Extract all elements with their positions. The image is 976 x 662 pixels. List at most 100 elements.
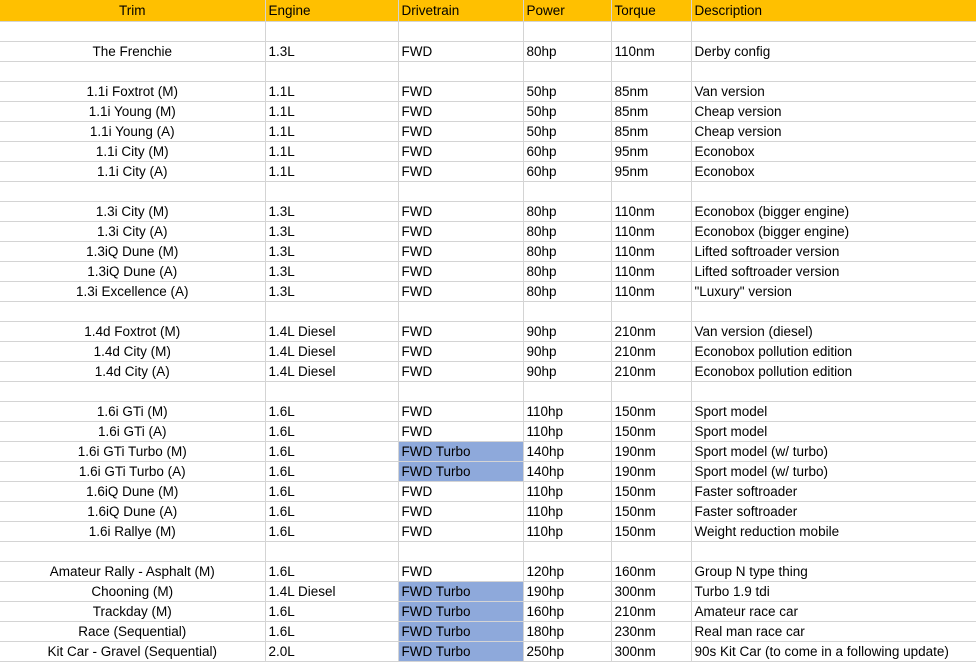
cell-engine[interactable]: 1.1L (265, 81, 399, 102)
cell-drivetrain[interactable]: FWD (398, 221, 524, 242)
cell-engine[interactable]: 1.6L (265, 621, 399, 642)
cell-trim[interactable]: Race (Sequential) (0, 621, 266, 642)
cell-description[interactable] (691, 381, 976, 402)
cell-description[interactable]: Turbo 1.9 tdi (691, 581, 976, 602)
cell-drivetrain[interactable]: FWD (398, 201, 524, 222)
cell-drivetrain[interactable]: FWD (398, 41, 524, 62)
cell-power[interactable]: 80hp (523, 261, 612, 282)
cell-power[interactable]: 180hp (523, 621, 612, 642)
cell-trim[interactable]: 1.6i Rallye (M) (0, 521, 266, 542)
cell-description[interactable]: "Luxury" version (691, 281, 976, 302)
column-header-trim[interactable]: Trim (0, 0, 266, 22)
cell-drivetrain[interactable]: FWD (398, 521, 524, 542)
cell-description[interactable]: Faster softroader (691, 501, 976, 522)
cell-description[interactable]: Lifted softroader version (691, 241, 976, 262)
cell-drivetrain[interactable]: FWD (398, 341, 524, 362)
cell-drivetrain[interactable]: FWD (398, 281, 524, 302)
cell-torque[interactable]: 110nm (611, 241, 692, 262)
cell-torque[interactable]: 300nm (611, 581, 692, 602)
cell-torque[interactable] (611, 61, 692, 82)
cell-torque[interactable]: 230nm (611, 621, 692, 642)
cell-drivetrain[interactable]: FWD (398, 81, 524, 102)
cell-power[interactable]: 80hp (523, 241, 612, 262)
cell-drivetrain[interactable]: FWD (398, 361, 524, 382)
cell-description[interactable]: Derby config (691, 41, 976, 62)
cell-trim[interactable]: 1.4d City (M) (0, 341, 266, 362)
cell-drivetrain[interactable]: FWD (398, 261, 524, 282)
cell-power[interactable]: 140hp (523, 461, 612, 482)
cell-drivetrain[interactable]: FWD (398, 561, 524, 582)
cell-drivetrain[interactable]: FWD (398, 241, 524, 262)
cell-trim[interactable]: 1.1i City (A) (0, 161, 266, 182)
cell-torque[interactable]: 110nm (611, 261, 692, 282)
cell-engine[interactable]: 1.6L (265, 441, 399, 462)
cell-description[interactable] (691, 301, 976, 322)
cell-engine[interactable]: 1.6L (265, 461, 399, 482)
cell-trim[interactable]: 1.3i City (A) (0, 221, 266, 242)
cell-description[interactable]: Cheap version (691, 121, 976, 142)
cell-trim[interactable]: 1.6iQ Dune (M) (0, 481, 266, 502)
cell-power[interactable]: 140hp (523, 441, 612, 462)
column-header-drivetrain[interactable]: Drivetrain (398, 0, 524, 22)
cell-torque[interactable]: 110nm (611, 201, 692, 222)
cell-description[interactable]: Group N type thing (691, 561, 976, 582)
cell-engine[interactable] (265, 21, 399, 42)
cell-torque[interactable] (611, 541, 692, 562)
cell-torque[interactable] (611, 301, 692, 322)
cell-torque[interactable]: 190nm (611, 461, 692, 482)
cell-power[interactable]: 50hp (523, 101, 612, 122)
cell-torque[interactable]: 95nm (611, 161, 692, 182)
cell-drivetrain[interactable]: FWD Turbo (398, 621, 524, 642)
cell-trim[interactable]: 1.6i GTi Turbo (A) (0, 461, 266, 482)
cell-torque[interactable]: 150nm (611, 521, 692, 542)
cell-trim[interactable]: 1.1i Foxtrot (M) (0, 81, 266, 102)
cell-torque[interactable]: 210nm (611, 341, 692, 362)
cell-drivetrain[interactable] (398, 301, 524, 322)
cell-description[interactable]: Econobox (691, 141, 976, 162)
cell-description[interactable]: Econobox (bigger engine) (691, 221, 976, 242)
cell-power[interactable]: 250hp (523, 641, 612, 662)
cell-torque[interactable]: 110nm (611, 281, 692, 302)
cell-description[interactable]: Lifted softroader version (691, 261, 976, 282)
cell-power[interactable]: 80hp (523, 281, 612, 302)
cell-power[interactable]: 110hp (523, 481, 612, 502)
cell-engine[interactable]: 1.3L (265, 201, 399, 222)
cell-torque[interactable]: 210nm (611, 361, 692, 382)
cell-trim[interactable] (0, 541, 266, 562)
cell-engine[interactable]: 1.6L (265, 561, 399, 582)
cell-torque[interactable]: 95nm (611, 141, 692, 162)
cell-trim[interactable]: 1.3i City (M) (0, 201, 266, 222)
cell-engine[interactable]: 1.4L Diesel (265, 321, 399, 342)
cell-torque[interactable] (611, 181, 692, 202)
cell-power[interactable]: 50hp (523, 121, 612, 142)
cell-torque[interactable]: 160nm (611, 561, 692, 582)
cell-power[interactable] (523, 21, 612, 42)
column-header-description[interactable]: Description (691, 0, 976, 22)
cell-power[interactable] (523, 301, 612, 322)
cell-torque[interactable]: 210nm (611, 321, 692, 342)
cell-power[interactable]: 120hp (523, 561, 612, 582)
cell-engine[interactable] (265, 61, 399, 82)
cell-trim[interactable] (0, 181, 266, 202)
cell-power[interactable]: 80hp (523, 221, 612, 242)
cell-drivetrain[interactable]: FWD (398, 321, 524, 342)
cell-power[interactable]: 110hp (523, 501, 612, 522)
cell-trim[interactable] (0, 61, 266, 82)
cell-description[interactable]: Van version (diesel) (691, 321, 976, 342)
cell-trim[interactable]: 1.1i Young (M) (0, 101, 266, 122)
cell-torque[interactable]: 210nm (611, 601, 692, 622)
cell-trim[interactable] (0, 301, 266, 322)
cell-power[interactable]: 80hp (523, 201, 612, 222)
cell-trim[interactable]: 1.6i GTi Turbo (M) (0, 441, 266, 462)
cell-engine[interactable]: 1.3L (265, 261, 399, 282)
cell-engine[interactable]: 1.1L (265, 141, 399, 162)
cell-trim[interactable]: Trackday (M) (0, 601, 266, 622)
cell-torque[interactable] (611, 21, 692, 42)
cell-trim[interactable]: 1.6i GTi (M) (0, 401, 266, 422)
cell-trim[interactable]: 1.1i City (M) (0, 141, 266, 162)
cell-description[interactable]: 90s Kit Car (to come in a following upda… (691, 641, 976, 662)
cell-description[interactable]: Sport model (w/ turbo) (691, 441, 976, 462)
cell-engine[interactable]: 1.6L (265, 481, 399, 502)
cell-description[interactable] (691, 61, 976, 82)
cell-engine[interactable]: 1.6L (265, 521, 399, 542)
